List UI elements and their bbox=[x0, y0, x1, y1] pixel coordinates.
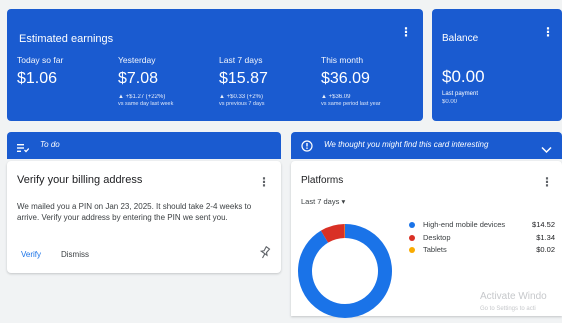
legend-label: High-end mobile devices bbox=[423, 220, 505, 229]
donut-slice-high-end-mobile-devices bbox=[305, 231, 385, 311]
metric-compare: vs same period last year bbox=[321, 101, 421, 107]
billing-card-body: We mailed you a PIN on Jan 23, 2025. It … bbox=[17, 201, 269, 223]
donut-slice-desktop bbox=[324, 231, 344, 237]
metric-change: ▲ +$1.27 (+22%) bbox=[118, 94, 218, 100]
platforms-title: Platforms bbox=[301, 175, 343, 186]
verify-button[interactable]: Verify bbox=[21, 250, 41, 259]
metric-value: $36.09 bbox=[321, 70, 421, 88]
metric-label: Today so far bbox=[17, 55, 117, 65]
metric-compare: vs same day last week bbox=[118, 101, 218, 107]
platforms-donut-chart bbox=[297, 213, 393, 323]
legend-label: Tablets bbox=[423, 245, 447, 254]
legend-amount: $0.02 bbox=[536, 245, 555, 254]
balance-card: Balance ⋮ $0.00 Last payment $0.00 bbox=[432, 9, 562, 121]
metric-value: $7.08 bbox=[118, 70, 218, 88]
metric-change: ▲ +$0.33 (+2%) bbox=[219, 94, 319, 100]
suggestion-header[interactable]: We thought you might find this card inte… bbox=[291, 132, 562, 159]
activate-windows-hint: Go to Settings to acti bbox=[480, 306, 536, 312]
legend-item-mobile: High-end mobile devices $14.52 bbox=[409, 220, 555, 231]
list-check-icon bbox=[17, 140, 29, 158]
legend-item-tablets: Tablets $0.02 bbox=[409, 245, 555, 256]
metric-last-7-days: Last 7 days $15.87 ▲ +$0.33 (+2%) vs pre… bbox=[219, 55, 319, 107]
balance-more-icon[interactable]: ⋮ bbox=[542, 26, 554, 38]
last-payment-label: Last payment bbox=[442, 91, 478, 97]
legend-dot bbox=[409, 247, 415, 253]
date-range-dropdown[interactable]: Last 7 days ▾ bbox=[301, 197, 345, 206]
lightbulb-icon bbox=[301, 139, 313, 157]
earnings-more-icon[interactable]: ⋮ bbox=[400, 26, 412, 38]
metric-today: Today so far $1.06 bbox=[17, 55, 117, 88]
balance-value: $0.00 bbox=[442, 67, 485, 87]
metric-value: $1.06 bbox=[17, 70, 117, 88]
metric-label: Yesterday bbox=[118, 55, 218, 65]
legend-label: Desktop bbox=[423, 233, 451, 242]
verify-billing-card: Verify your billing address ⋮ We mailed … bbox=[7, 161, 281, 273]
legend-item-desktop: Desktop $1.34 bbox=[409, 233, 555, 244]
metric-label: Last 7 days bbox=[219, 55, 319, 65]
chevron-down-icon[interactable] bbox=[541, 141, 552, 159]
suggestion-header-label: We thought you might find this card inte… bbox=[324, 140, 488, 149]
legend-amount: $1.34 bbox=[536, 233, 555, 242]
metric-change: ▲ +$36.09 bbox=[321, 94, 421, 100]
legend-dot bbox=[409, 235, 415, 241]
legend-dot bbox=[409, 222, 415, 228]
billing-card-title: Verify your billing address bbox=[17, 174, 142, 186]
metric-compare: vs previous 7 days bbox=[219, 101, 319, 107]
metric-value: $15.87 bbox=[219, 70, 319, 88]
activate-windows-watermark: Activate Windo bbox=[480, 291, 547, 302]
metric-label: This month bbox=[321, 55, 421, 65]
balance-title: Balance bbox=[442, 33, 478, 44]
last-payment-value: $0.00 bbox=[442, 99, 457, 105]
metric-this-month: This month $36.09 ▲ +$36.09 vs same peri… bbox=[321, 55, 421, 107]
todo-header: To do bbox=[7, 132, 281, 159]
legend-amount: $14.52 bbox=[532, 220, 555, 229]
pin-icon[interactable] bbox=[259, 246, 271, 264]
estimated-earnings-card: Estimated earnings ⋮ Today so far $1.06 … bbox=[7, 9, 423, 121]
platforms-more-icon[interactable]: ⋮ bbox=[541, 176, 553, 188]
earnings-title: Estimated earnings bbox=[19, 33, 113, 45]
todo-header-label: To do bbox=[40, 140, 60, 149]
billing-more-icon[interactable]: ⋮ bbox=[258, 176, 270, 188]
dismiss-button[interactable]: Dismiss bbox=[61, 250, 89, 259]
metric-yesterday: Yesterday $7.08 ▲ +$1.27 (+22%) vs same … bbox=[118, 55, 218, 107]
